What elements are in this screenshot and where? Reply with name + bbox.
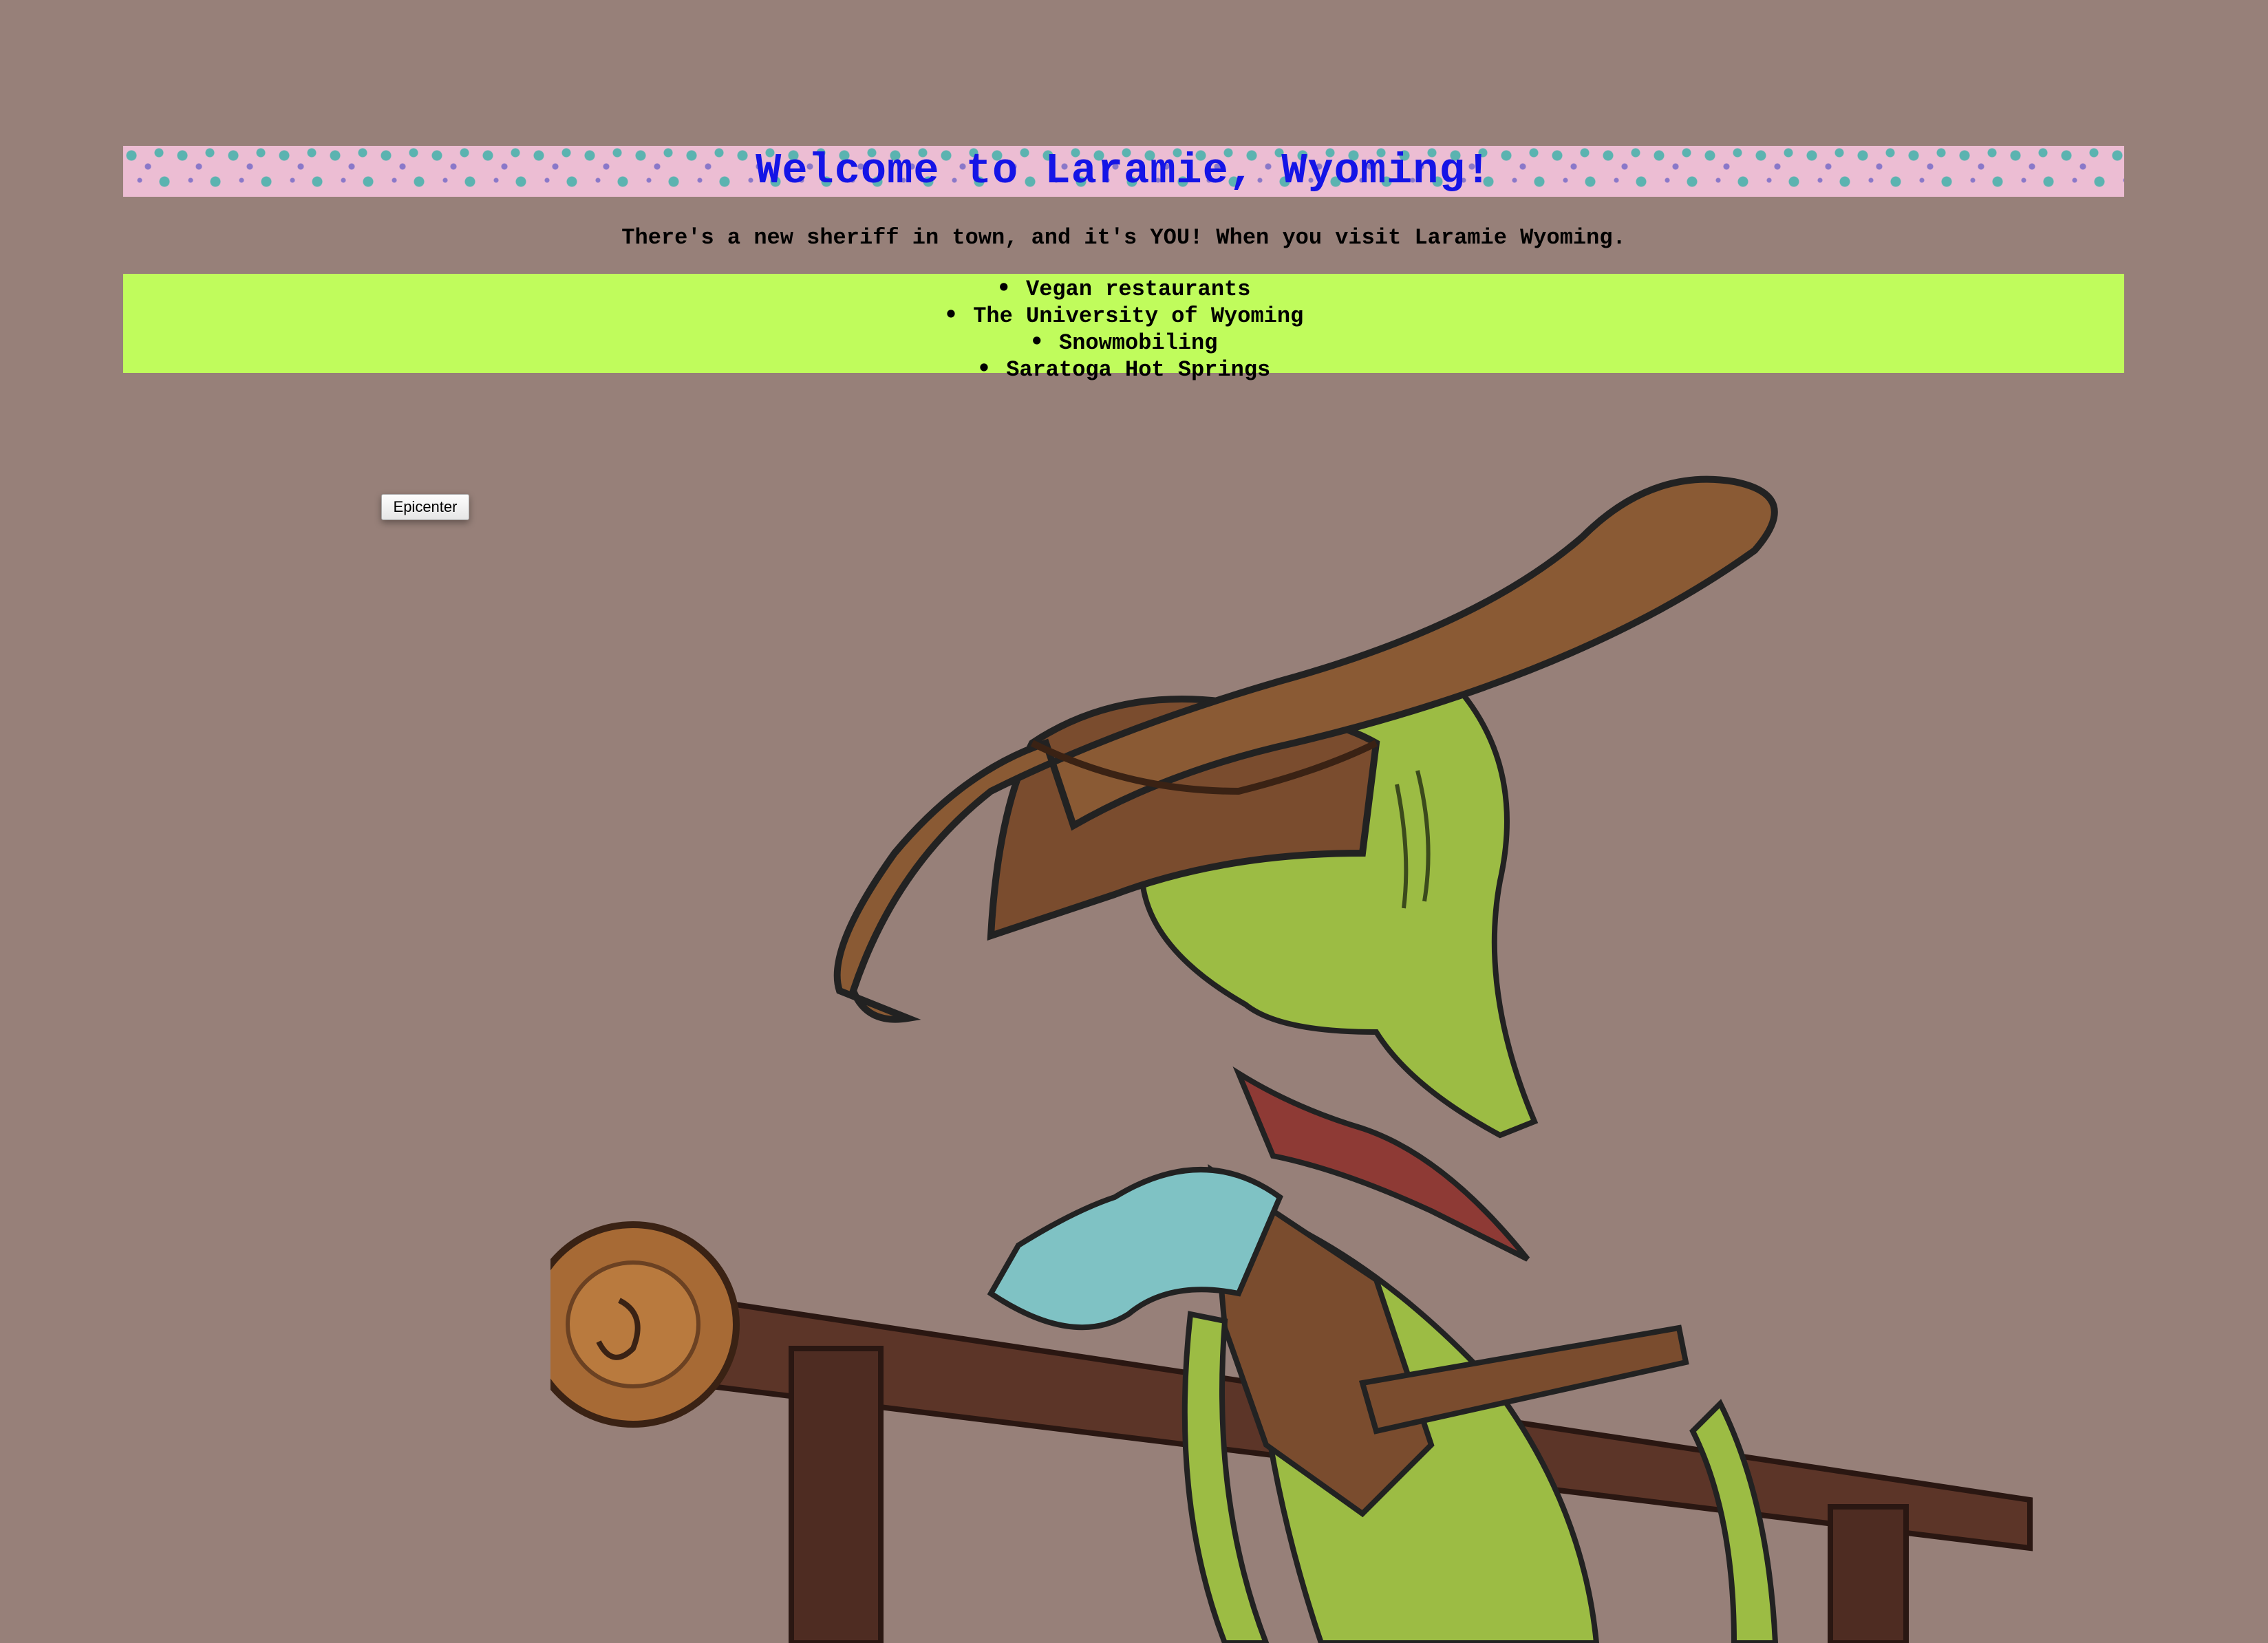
bullet-icon: •: [943, 301, 959, 327]
attractions-list: • Vegan restaurants • The University of Wy…: [123, 274, 2124, 383]
list-item: • Saratoga Hot Springs: [123, 356, 2124, 383]
list-item: • The University of Wyoming: [123, 302, 2124, 329]
list-item: • Snowmobiling: [123, 329, 2124, 356]
bullet-icon: •: [1029, 328, 1044, 354]
header-banner: Welcome to Laramie, Wyoming!: [123, 146, 2124, 197]
intro-text: There's a new sheriff in town, and it's …: [621, 225, 1626, 250]
attractions-list-box: • Vegan restaurants • The University of Wy…: [123, 274, 2124, 383]
page-title: Welcome to Laramie, Wyoming!: [756, 147, 1492, 195]
list-item-label: The University of Wyoming: [973, 303, 1304, 329]
list-item: • Vegan restaurants: [123, 275, 2124, 302]
list-item-label: Snowmobiling: [1059, 330, 1218, 356]
epicenter-button[interactable]: Epicenter: [381, 494, 469, 520]
list-item-label: Saratoga Hot Springs: [1006, 357, 1271, 383]
list-item-label: Vegan restaurants: [1026, 277, 1251, 302]
alien-cowboy-illustration: [550, 475, 2033, 1643]
bullet-icon: •: [996, 275, 1011, 301]
bullet-icon: •: [976, 355, 992, 381]
